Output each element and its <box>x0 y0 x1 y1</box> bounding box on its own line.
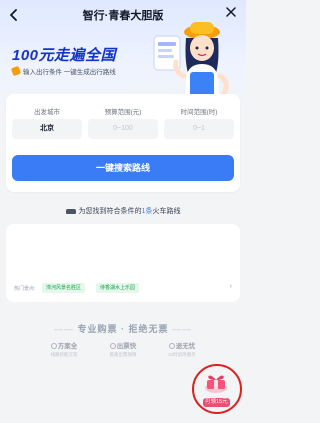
feature-item: 方案全 线路智能方案 <box>34 340 94 358</box>
hero-headline: 100元走遍全国 <box>12 47 117 64</box>
origin-city-field[interactable]: 北京 <box>12 119 82 139</box>
result-summary: 为您找到符合条件的1条火车路线 <box>0 206 246 216</box>
spot-tag: 滦河风景名胜区 <box>42 283 86 293</box>
feature-sub: 线路智能方案 <box>50 352 78 357</box>
search-route-button[interactable]: 一键搜索路线 <box>12 155 234 181</box>
hero-subline-text: 输入出行条件 一键生成出行路线 <box>23 69 116 76</box>
result-count: 1条 <box>141 208 153 215</box>
slogan-text: 专业购票 · 拒绝无票 <box>77 324 169 334</box>
hot-spots-label: 热门景点: <box>14 286 36 292</box>
check-shield-icon <box>50 343 57 349</box>
refund-icon <box>168 343 175 349</box>
chevron-right-icon[interactable]: › <box>230 283 232 290</box>
feature-sub: 极速出票保障 <box>109 352 137 357</box>
feature-title: 出票快 <box>116 343 137 350</box>
result-suffix: 火车路线 <box>152 208 181 215</box>
coupon-label: 可领15元 <box>203 398 230 407</box>
slogan: —— 专业购票 · 拒绝无票 —— <box>0 322 246 335</box>
spot-tag: 侍香湖水上乐园 <box>96 283 140 293</box>
ticket-icon <box>109 343 116 349</box>
gift-box-icon <box>205 375 227 393</box>
origin-label: 出发城市 <box>34 109 60 116</box>
feature-title: 方案全 <box>57 343 78 350</box>
slogan-dash-left: —— <box>53 324 74 334</box>
feature-title: 退无忧 <box>175 343 196 350</box>
hero-subline: 输入出行条件 一键生成出行路线 <box>10 65 116 77</box>
time-range-field[interactable]: 0~1 <box>164 119 234 139</box>
slogan-dash-right: —— <box>172 324 193 334</box>
budget-range-field[interactable]: 0~100 <box>88 119 158 139</box>
days-label: 时间范围(时) <box>180 109 218 116</box>
feature-item: 退无忧 24时退改服务 <box>152 340 212 358</box>
search-form-card: 出发城市 预算范围(元) 时间范围(时) 北京 0~100 0~1 一键搜索路线 <box>6 94 240 192</box>
result-prefix: 为您找到符合条件的 <box>78 208 142 215</box>
budget-label: 预算范围(元) <box>104 109 142 116</box>
route-result-card[interactable]: 热门景点: 滦河风景名胜区 侍香湖水上乐园 › <box>6 224 240 302</box>
feature-sub: 24时退改服务 <box>168 352 196 357</box>
coupon-float-button[interactable]: 可领15元 <box>192 364 242 414</box>
feature-item: 出票快 极速出票保障 <box>93 340 153 358</box>
train-icon <box>65 208 76 214</box>
pencil-icon <box>10 65 22 77</box>
